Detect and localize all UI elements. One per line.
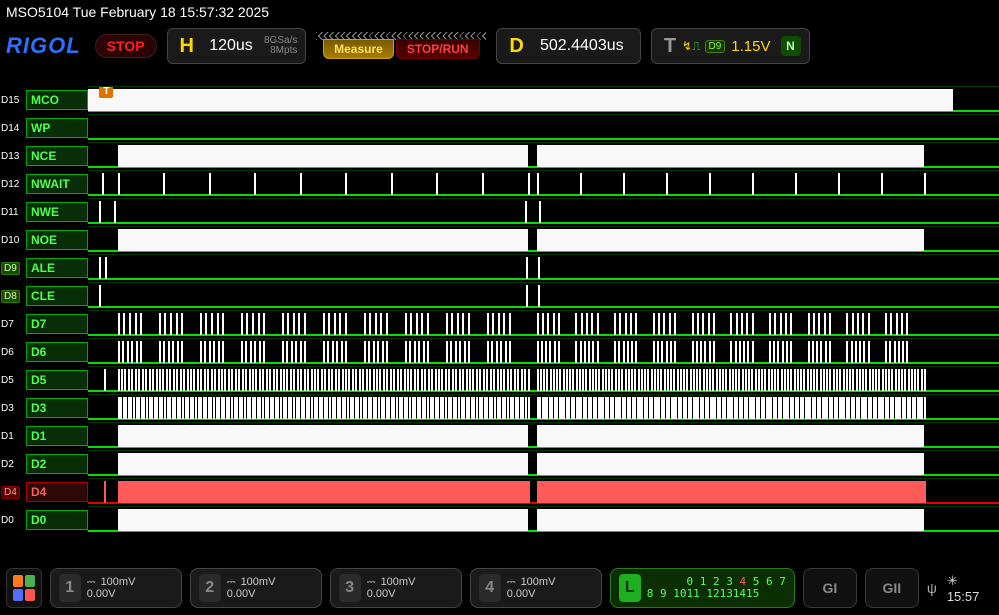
clock: ✳ 15:57 [947,573,993,604]
logic-L-badge: L [619,574,641,602]
channel-number: 4 [479,574,501,602]
digital-row-NCE: D13NCE [0,142,999,170]
row-index-label: D12 [0,170,26,198]
digital-row-CLE: D8CLE [0,282,999,310]
group-1-card[interactable]: GI [803,568,857,608]
status-right: ψ ✳ 15:57 [927,573,993,604]
row-index-label: D6 [0,338,26,366]
analog-channel-card-2[interactable]: 2⎓ 100mV0.00V [190,568,322,608]
trigger-level: 1.15V [729,38,770,55]
channel-number: 3 [339,574,361,602]
channel-label-WP[interactable]: WP [26,118,88,138]
row-index-label: D15 [0,86,26,114]
delay-value: 502.4403us [532,37,632,55]
timebase-sub: 8GSa/s8Mpts [264,36,297,56]
digital-row-NWAIT: D12NWAIT [0,170,999,198]
row-index-label: D8 [0,282,26,310]
row-index-label: D7 [0,310,26,338]
channel-label-D6[interactable]: D6 [26,342,88,362]
channel-label-NCE[interactable]: NCE [26,146,88,166]
channel-label-CLE[interactable]: CLE [26,286,88,306]
channel-number: 1 [59,574,81,602]
digital-row-ALE: D9ALE [0,254,999,282]
channel-label-D7[interactable]: D7 [26,314,88,334]
row-index-label: D4 [0,478,26,506]
usb-icon: ψ [927,580,937,596]
row-index-label: D1 [0,422,26,450]
timebase-letter: H [176,35,198,58]
channel-readout: ⎓ 100mV0.00V [87,576,136,600]
digital-row-D0: D0D0 [0,506,999,534]
delay-group[interactable]: D 502.4403us [496,28,640,64]
digital-row-WP: D14WP [0,114,999,142]
row-index-label: D9 [0,254,26,282]
channel-label-D4[interactable]: D4 [26,482,88,502]
channel-label-ALE[interactable]: ALE [26,258,88,278]
channel-label-NWAIT[interactable]: NWAIT [26,174,88,194]
channel-label-MCO[interactable]: MCO [26,90,88,110]
trigger-group[interactable]: T ↯⎍ D9 1.15V N [651,28,810,64]
trigger-letter: T [660,35,680,58]
digital-row-D3: D3D3 [0,394,999,422]
digital-row-D1: D1D1 [0,422,999,450]
analog-channel-card-4[interactable]: 4⎓ 100mV0.00V [470,568,602,608]
digital-row-D6: D6D6 [0,338,999,366]
row-index-label: D14 [0,114,26,142]
channel-readout: ⎓ 100mV0.00V [227,576,276,600]
run-state-badge[interactable]: STOP [95,34,157,58]
digital-row-NWE: D11NWE [0,198,999,226]
tab-stoprun[interactable]: STOP/RUN [396,39,480,59]
channel-number: 2 [199,574,221,602]
digital-row-D5: D5D5 [0,366,999,394]
channel-label-D0[interactable]: D0 [26,510,88,530]
brand-logo: RIGOL [6,33,81,59]
channel-label-NOE[interactable]: NOE [26,230,88,250]
row-index-label: D0 [0,506,26,534]
digital-row-MCO: D15MCOT [0,86,999,114]
digital-row-D7: D7D7 [0,310,999,338]
digital-row-D2: D2D2 [0,450,999,478]
top-toolbar: RIGOL STOP H 120us 8GSa/s8Mpts Measure S… [0,24,999,70]
channel-label-D3[interactable]: D3 [26,398,88,418]
row-index-label: D3 [0,394,26,422]
trigger-source-chip: D9 [705,40,726,53]
tab-measure[interactable]: Measure [323,39,394,59]
apps-button[interactable] [6,568,42,608]
row-index-label: D5 [0,366,26,394]
logic-analyzer-card[interactable]: L 0 1 2 3 4 5 6 78 9 1011 12131415 [610,568,795,608]
logic-bits: 0 1 2 3 4 5 6 78 9 1011 12131415 [647,564,786,612]
channel-readout: ⎓ 100mV0.00V [367,576,416,600]
timebase-value: 120us [202,37,260,55]
channel-label-D2[interactable]: D2 [26,454,88,474]
row-index-label: D11 [0,198,26,226]
delay-letter: D [505,35,527,58]
group-2-card[interactable]: GII [865,568,919,608]
channel-label-D1[interactable]: D1 [26,426,88,446]
digital-row-NOE: D10NOE [0,226,999,254]
channel-label-D5[interactable]: D5 [26,370,88,390]
row-index-label: D2 [0,450,26,478]
row-index-label: D13 [0,142,26,170]
row-index-label: D10 [0,226,26,254]
waveform-area[interactable]: D15MCOTD14WPD13NCED12NWAITD11NWED10NOED9… [0,86,999,560]
trigger-mode-badge[interactable]: N [781,36,801,56]
channel-readout: ⎓ 100mV0.00V [507,576,556,600]
bottom-toolbar: 1⎓ 100mV0.00V2⎓ 100mV0.00V3⎓ 100mV0.00V4… [0,561,999,615]
analog-channel-card-3[interactable]: 3⎓ 100mV0.00V [330,568,462,608]
window-title: MSO5104 Tue February 18 15:57:32 2025 [0,0,999,24]
channel-label-NWE[interactable]: NWE [26,202,88,222]
center-tabs: Measure STOP/RUN [316,32,486,60]
digital-row-D4: D4D4 [0,478,999,506]
timebase-group[interactable]: H 120us 8GSa/s8Mpts [167,28,307,64]
trigger-edge-icon: ↯⎍ [682,39,700,54]
analog-channel-card-1[interactable]: 1⎓ 100mV0.00V [50,568,182,608]
